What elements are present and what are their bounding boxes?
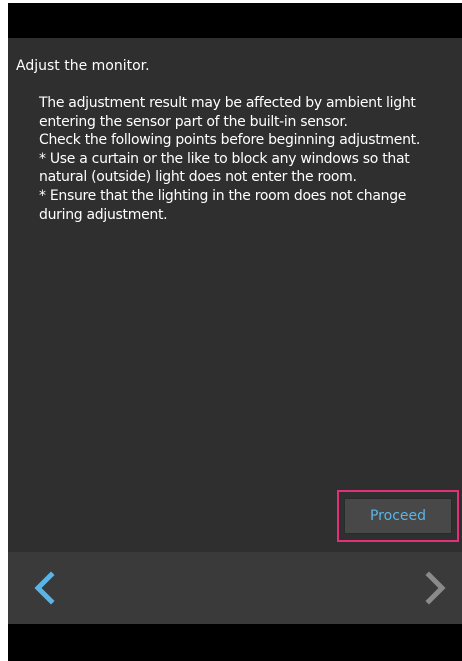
message-line: Check the following points before beginn… (39, 132, 420, 149)
top-bar (8, 3, 462, 38)
forward-button[interactable] (414, 568, 454, 608)
message-line: The adjustment result may be affected by… (39, 95, 416, 111)
chevron-left-icon (34, 571, 55, 605)
chevron-right-icon (425, 571, 446, 605)
message-line: natural (outside) light does not enter t… (39, 169, 357, 186)
device-screen: Adjust the monitor. The adjustment resul… (8, 3, 462, 661)
bottom-bar (8, 624, 462, 661)
message-line: entering the sensor part of the built-in… (39, 113, 348, 130)
dialog-message: The adjustment result may be affected by… (39, 94, 457, 224)
proceed-button[interactable]: Proceed (344, 498, 452, 534)
navigation-bar (8, 552, 462, 624)
message-line: * Ensure that the lighting in the room d… (39, 187, 407, 204)
message-line: during adjustment. (39, 206, 168, 223)
message-line: * Use a curtain or the like to block any… (39, 150, 410, 167)
dialog-title: Adjust the monitor. (16, 58, 150, 74)
dialog-content: Adjust the monitor. The adjustment resul… (8, 38, 462, 552)
back-button[interactable] (26, 568, 66, 608)
